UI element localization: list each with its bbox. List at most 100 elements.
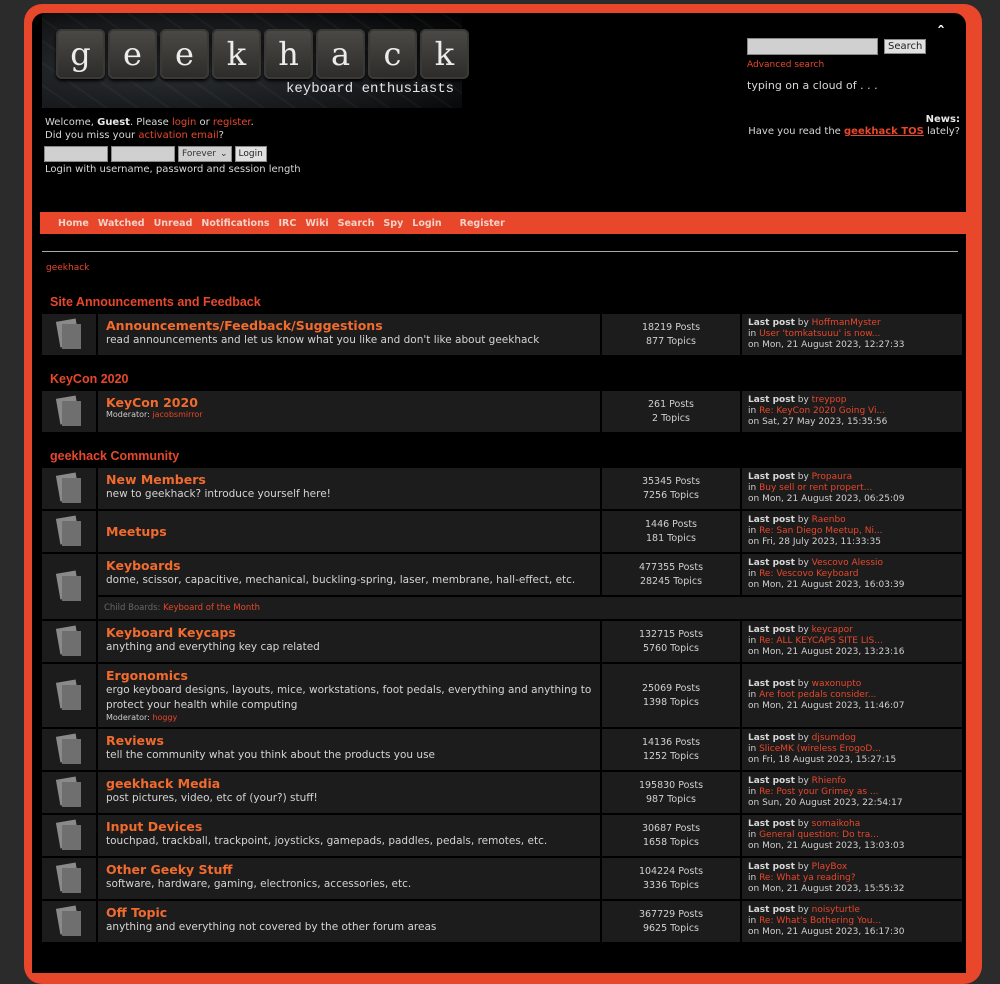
last-post-topic-link[interactable]: Re: What's Bothering You... bbox=[759, 916, 881, 926]
last-post-author-link[interactable]: treypop bbox=[812, 395, 847, 405]
nav-item-wiki[interactable]: Wiki bbox=[305, 218, 328, 229]
board-title-link[interactable]: Keyboard Keycaps bbox=[106, 626, 592, 640]
last-post-topic-link[interactable]: Re: Vescovo Keyboard bbox=[759, 569, 858, 579]
login-link[interactable]: login bbox=[172, 117, 196, 128]
board-status-icon bbox=[55, 904, 82, 937]
login-button[interactable]: Login bbox=[234, 146, 267, 162]
board-info: geekhack Media post pictures, video, etc … bbox=[98, 772, 600, 813]
last-post-topic-line: in Re: Vescovo Keyboard bbox=[748, 569, 956, 580]
board-title-link[interactable]: Keyboards bbox=[106, 559, 592, 573]
board-title-link[interactable]: Meetups bbox=[106, 524, 167, 539]
nav-item-unread[interactable]: Unread bbox=[154, 218, 193, 229]
site-banner[interactable]: geekhack keyboard enthusiasts bbox=[42, 13, 469, 108]
board-title-link[interactable]: Announcements/Feedback/Suggestions bbox=[106, 319, 592, 333]
topic-count: 1658 Topics bbox=[642, 836, 700, 848]
nav-item-spy[interactable]: Spy bbox=[383, 218, 403, 229]
last-post-author-link[interactable]: Propaura bbox=[812, 472, 852, 482]
board-title-link[interactable]: geekhack Media bbox=[106, 777, 592, 791]
moderator-link[interactable]: jacobsmirror bbox=[152, 410, 202, 419]
board-title-link[interactable]: Off Topic bbox=[106, 906, 592, 920]
last-post-topic-link[interactable]: Are foot pedals consider... bbox=[759, 690, 876, 700]
last-post-topic-link[interactable]: Buy sell or rent propert... bbox=[759, 483, 872, 493]
nav-item-home[interactable]: Home bbox=[58, 218, 89, 229]
username-input[interactable] bbox=[44, 146, 108, 162]
child-board-link[interactable]: Keyboard of the Month bbox=[163, 603, 260, 613]
last-post: Last post by noisyturtle in Re: What's Bo… bbox=[742, 901, 962, 942]
in-text: in bbox=[748, 916, 760, 926]
last-post-topic-link[interactable]: Re: San Diego Meetup, Ni... bbox=[759, 526, 882, 536]
board-status-icon bbox=[55, 514, 82, 547]
nav-item-login[interactable]: Login bbox=[412, 218, 441, 229]
board-row: geekhack Media post pictures, video, etc … bbox=[98, 772, 962, 813]
session-length-select[interactable]: Forever ⌄ bbox=[178, 146, 232, 162]
board-description: touchpad, trackball, trackpoint, joystic… bbox=[106, 835, 548, 847]
last-post-topic-link[interactable]: Re: Post your Grimey as ... bbox=[759, 787, 878, 797]
topic-count: 987 Topics bbox=[646, 793, 696, 805]
breadcrumb[interactable]: geekhack bbox=[46, 263, 89, 273]
welcome-message: Welcome, Guest. Please login or register… bbox=[45, 116, 254, 142]
last-post-topic-line: in Re: KeyCon 2020 Going Vi... bbox=[748, 406, 956, 417]
board-group: KeyCon 2020 Moderator: jacobsmirror 261 Po… bbox=[42, 391, 962, 432]
nav-item-register[interactable]: Register bbox=[460, 218, 505, 229]
password-input[interactable] bbox=[111, 146, 175, 162]
last-post-author-link[interactable]: Vescovo Alessio bbox=[812, 558, 883, 568]
topic-count: 1398 Topics bbox=[642, 696, 700, 708]
board-icon-cell bbox=[42, 314, 96, 355]
collapse-header-icon[interactable]: ˆ bbox=[937, 23, 945, 42]
last-post-topic-link[interactable]: General question: Do tra... bbox=[759, 830, 879, 840]
last-post-topic-link[interactable]: User 'tomkatsuuu' is now... bbox=[759, 329, 880, 339]
search-button[interactable]: Search bbox=[884, 39, 927, 54]
nav-item-notifications[interactable]: Notifications bbox=[201, 218, 269, 229]
board-title-link[interactable]: Input Devices bbox=[106, 820, 592, 834]
last-post-topic-link[interactable]: SliceMK (wireless ErogoD... bbox=[759, 744, 881, 754]
board-title-link[interactable]: KeyCon 2020 bbox=[106, 396, 592, 410]
activation-email-link[interactable]: activation email bbox=[138, 130, 218, 141]
last-post-label: Last post bbox=[748, 862, 795, 872]
last-post-author-link[interactable]: HoffmanMyster bbox=[812, 318, 881, 328]
last-post: Last post by HoffmanMyster in User 'tomka… bbox=[742, 314, 962, 355]
by-text: by bbox=[794, 733, 812, 743]
icon-front-page bbox=[62, 630, 81, 656]
board-columns: New Members new to geekhack? introduce yo… bbox=[98, 468, 962, 509]
post-count: 132715 Posts bbox=[638, 628, 704, 640]
last-post-author-link[interactable]: noisyturtle bbox=[812, 905, 860, 915]
last-post-author-link[interactable]: somaikoha bbox=[812, 819, 861, 829]
in-text: in bbox=[748, 483, 760, 493]
last-post-author-link[interactable]: Raenbo bbox=[812, 515, 846, 525]
last-post-topic-line: in User 'tomkatsuuu' is now... bbox=[748, 329, 956, 340]
board-title-link[interactable]: Other Geeky Stuff bbox=[106, 863, 592, 877]
last-post: Last post by PlayBox in Re: What ya readi… bbox=[742, 858, 962, 899]
last-post-author-link[interactable]: Rhienfo bbox=[812, 776, 846, 786]
category-title[interactable]: Site Announcements and Feedback bbox=[42, 290, 962, 314]
last-post-author-line: Last post by Raenbo bbox=[748, 515, 956, 526]
board-title-link[interactable]: Ergonomics bbox=[106, 669, 592, 683]
tos-link[interactable]: geekhack TOS bbox=[844, 126, 924, 137]
nav-item-watched[interactable]: Watched bbox=[98, 218, 145, 229]
search-input[interactable] bbox=[747, 38, 878, 55]
register-link[interactable]: register bbox=[213, 117, 251, 128]
last-post-author-link[interactable]: djsumdog bbox=[812, 733, 856, 743]
last-post-topic-link[interactable]: Re: What ya reading? bbox=[759, 873, 855, 883]
nav-item-irc[interactable]: IRC bbox=[279, 218, 297, 229]
moderator-link[interactable]: hoggy bbox=[152, 713, 177, 722]
nav-item-search[interactable]: Search bbox=[338, 218, 375, 229]
last-post-date: on Sat, 27 May 2023, 15:35:56 bbox=[748, 417, 888, 427]
last-post-date: on Mon, 21 August 2023, 12:27:33 bbox=[748, 340, 905, 350]
category-title[interactable]: geekhack Community bbox=[42, 444, 962, 468]
board-moderator: Moderator: hoggy bbox=[106, 713, 592, 722]
last-post-author-link[interactable]: keycapor bbox=[812, 625, 853, 635]
category-title[interactable]: KeyCon 2020 bbox=[42, 367, 962, 391]
board-title-link[interactable]: New Members bbox=[106, 473, 592, 487]
last-post-topic-link[interactable]: Re: KeyCon 2020 Going Vi... bbox=[759, 406, 885, 416]
board-description: ergo keyboard designs, layouts, mice, wo… bbox=[106, 684, 592, 711]
last-post-label: Last post bbox=[748, 395, 795, 405]
board-title-link[interactable]: Reviews bbox=[106, 734, 592, 748]
advanced-search-link[interactable]: Advanced search bbox=[747, 60, 824, 70]
last-post-topic-line: in Re: What's Bothering You... bbox=[748, 916, 956, 927]
last-post-author-link[interactable]: PlayBox bbox=[812, 862, 848, 872]
logo-key: e bbox=[108, 29, 157, 79]
last-post-author-link[interactable]: waxonupto bbox=[812, 679, 862, 689]
board-stats: 367729 Posts 9625 Topics bbox=[602, 901, 740, 942]
board-icon-cell bbox=[42, 554, 96, 619]
last-post-topic-link[interactable]: Re: ALL KEYCAPS SITE LIS... bbox=[759, 636, 883, 646]
